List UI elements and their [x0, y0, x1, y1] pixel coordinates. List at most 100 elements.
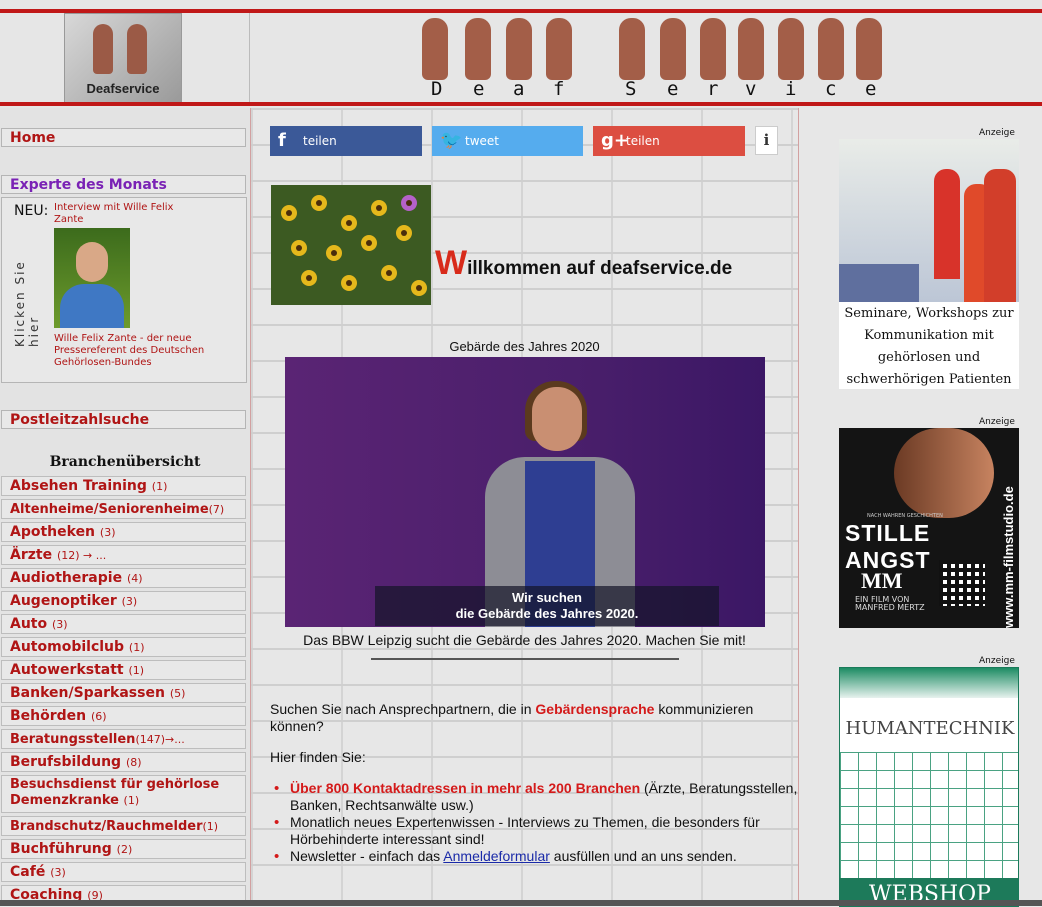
sign-hand-icon	[506, 18, 532, 80]
banner-letter: D	[431, 78, 445, 100]
category-item[interactable]: Buchführung (2)	[1, 839, 246, 859]
category-item[interactable]: Berufsbildung (8)	[1, 752, 246, 772]
share-info-button[interactable]: i	[755, 126, 778, 155]
category-item[interactable]: Beratungsstellen(147)→...	[1, 729, 246, 749]
category-label: Autowerkstatt	[10, 662, 124, 678]
category-count: (1)	[151, 480, 168, 493]
welcome-heading: Willkommen auf deafservice.de	[435, 244, 732, 283]
list-item-text: Newsletter - einfach das	[290, 848, 444, 864]
humantechnik-ad[interactable]: HUMANTECHNIK WEBSHOP	[839, 667, 1019, 907]
google-plus-share-button[interactable]: g+ teilen	[593, 126, 745, 156]
category-label: Ärzte	[10, 547, 53, 563]
new-label: NEU:	[14, 203, 49, 219]
category-label: Apotheken	[10, 524, 96, 540]
category-label: Augenoptiker	[10, 593, 117, 609]
contact-count-highlight: Über 800 Kontaktadressen in mehr als 200…	[290, 780, 641, 796]
category-item[interactable]: Besuchsdienst für gehörlose Demenzkranke…	[1, 775, 246, 813]
category-count: (7)	[208, 503, 225, 516]
google-plus-share-label: teilen	[626, 134, 660, 148]
category-item[interactable]: Autowerkstatt (1)	[1, 660, 246, 680]
category-count: (2)	[116, 843, 133, 856]
twitter-share-button[interactable]: 🐦 tweet	[432, 126, 583, 156]
category-label: Buchführung	[10, 841, 112, 857]
category-label: Altenheime/Seniorenheime	[10, 502, 209, 517]
category-count: (1)	[128, 641, 145, 654]
twitter-icon: 🐦	[440, 130, 463, 151]
expert-box[interactable]: NEU: Interview mit Wille Felix Zante Kli…	[1, 197, 247, 383]
welcome-initial: W	[435, 244, 468, 282]
nav-postcode-search[interactable]: Postleitzahlsuche	[1, 410, 246, 429]
category-label: Auto	[10, 616, 48, 632]
category-count: (3)	[121, 595, 138, 608]
main-content: f teilen 🐦 tweet g+ teilen i Willkommen …	[251, 108, 799, 906]
sign-hand-icon	[93, 24, 113, 74]
category-label: Absehen Training	[10, 478, 147, 494]
category-item[interactable]: Behörden (6)	[1, 706, 246, 726]
category-label: Audiotherapie	[10, 570, 123, 586]
sign-language-highlight: Gebärdensprache	[535, 701, 655, 717]
category-item[interactable]: Automobilclub (1)	[1, 637, 246, 657]
film-ad-credit: EIN FILM VON MANFRED MERTZ	[855, 596, 925, 612]
category-item[interactable]: Augenoptiker (3)	[1, 591, 246, 611]
category-count: (3)	[52, 618, 68, 631]
seminar-ad[interactable]: Seminare, Workshops zur Kommunikation mi…	[839, 139, 1019, 389]
humantechnik-brand: HUMANTECHNIK	[845, 718, 1015, 739]
film-credit-line: MANFRED MERTZ	[855, 603, 925, 612]
photo-shirt	[60, 284, 124, 328]
expert-description[interactable]: Wille Felix Zante - der neue Presserefer…	[54, 333, 214, 369]
photo-face	[76, 242, 108, 282]
category-item[interactable]: Auto (3)	[1, 614, 246, 634]
category-item[interactable]: Café (3)	[1, 862, 246, 882]
list-item-text: ausfüllen und an uns senden.	[549, 848, 737, 864]
flowers-image	[271, 185, 431, 305]
category-count: (12) → ...	[56, 549, 107, 562]
interview-link[interactable]: Interview mit Wille Felix Zante	[54, 202, 204, 226]
ad-label: Anzeige	[979, 128, 1015, 138]
facebook-share-label: teilen	[303, 134, 337, 148]
video-person-head	[532, 387, 582, 451]
seminar-ad-text: Seminare, Workshops zur Kommunikation mi…	[844, 306, 1014, 387]
banner-letter: r	[707, 78, 721, 100]
category-item[interactable]: Ärzte (12) → ...	[1, 545, 246, 565]
sign-hand-icon	[422, 18, 448, 80]
category-label: Brandschutz/Rauchmelder	[10, 819, 203, 834]
category-count: (5)	[169, 687, 186, 700]
category-label: Automobilclub	[10, 639, 125, 655]
list-item: Newsletter - einfach das Anmeldeformular…	[274, 848, 798, 865]
sign-of-year-video[interactable]: Wir suchen die Gebärde des Jahres 2020.	[285, 357, 765, 627]
ad3-band	[840, 668, 1018, 698]
click-here-vertical[interactable]: Klicken Sie hier	[13, 257, 41, 347]
category-count: (1)	[123, 794, 140, 807]
header-divider	[249, 13, 250, 102]
site-logo[interactable]: Deafservice	[64, 13, 182, 103]
banner-letter: S	[625, 78, 639, 100]
category-item[interactable]: Altenheime/Seniorenheime(7)	[1, 499, 246, 519]
category-label: Beratungsstellen	[10, 732, 136, 747]
sign-hand-icon	[778, 18, 804, 80]
category-item[interactable]: Apotheken (3)	[1, 522, 246, 542]
browser-bottom-bar	[0, 900, 1042, 906]
list-item: Monatlich neues Expertenwissen - Intervi…	[274, 814, 798, 848]
ads-column: Anzeige Seminare, Workshops zur Kommunik…	[799, 108, 1042, 907]
ad3-grid	[840, 752, 1018, 882]
divider	[371, 658, 679, 660]
banner-letter: c	[825, 78, 839, 100]
category-item[interactable]: Banken/Sparkassen (5)	[1, 683, 246, 703]
expert-photo[interactable]	[54, 228, 130, 328]
nav-home[interactable]: Home	[1, 128, 246, 147]
here-you-find-label: Hier finden Sie:	[270, 749, 366, 765]
category-item[interactable]: Audiotherapie (4)	[1, 568, 246, 588]
category-count: (1)	[128, 664, 145, 677]
nav-expert-of-month[interactable]: Experte des Monats	[1, 175, 246, 194]
film-ad[interactable]: NACH WAHREN GESCHICHTEN STILLE ANGST MM …	[839, 428, 1019, 628]
film-ad-logo: MM	[861, 568, 903, 593]
film-ad-face	[894, 428, 994, 518]
category-item[interactable]: Brandschutz/Rauchmelder(1)	[1, 816, 246, 836]
category-label: Berufsbildung	[10, 754, 122, 770]
category-overview-title: Branchenübersicht	[49, 454, 201, 470]
facebook-share-button[interactable]: f teilen	[270, 126, 422, 156]
registration-form-link[interactable]: Anmeldeformular	[443, 848, 550, 864]
list-item-text: Monatlich neues Expertenwissen - Intervi…	[290, 814, 760, 847]
category-item[interactable]: Absehen Training (1)	[1, 476, 246, 496]
intro-text: Suchen Sie nach Ansprechpartnern, die in…	[270, 701, 770, 735]
